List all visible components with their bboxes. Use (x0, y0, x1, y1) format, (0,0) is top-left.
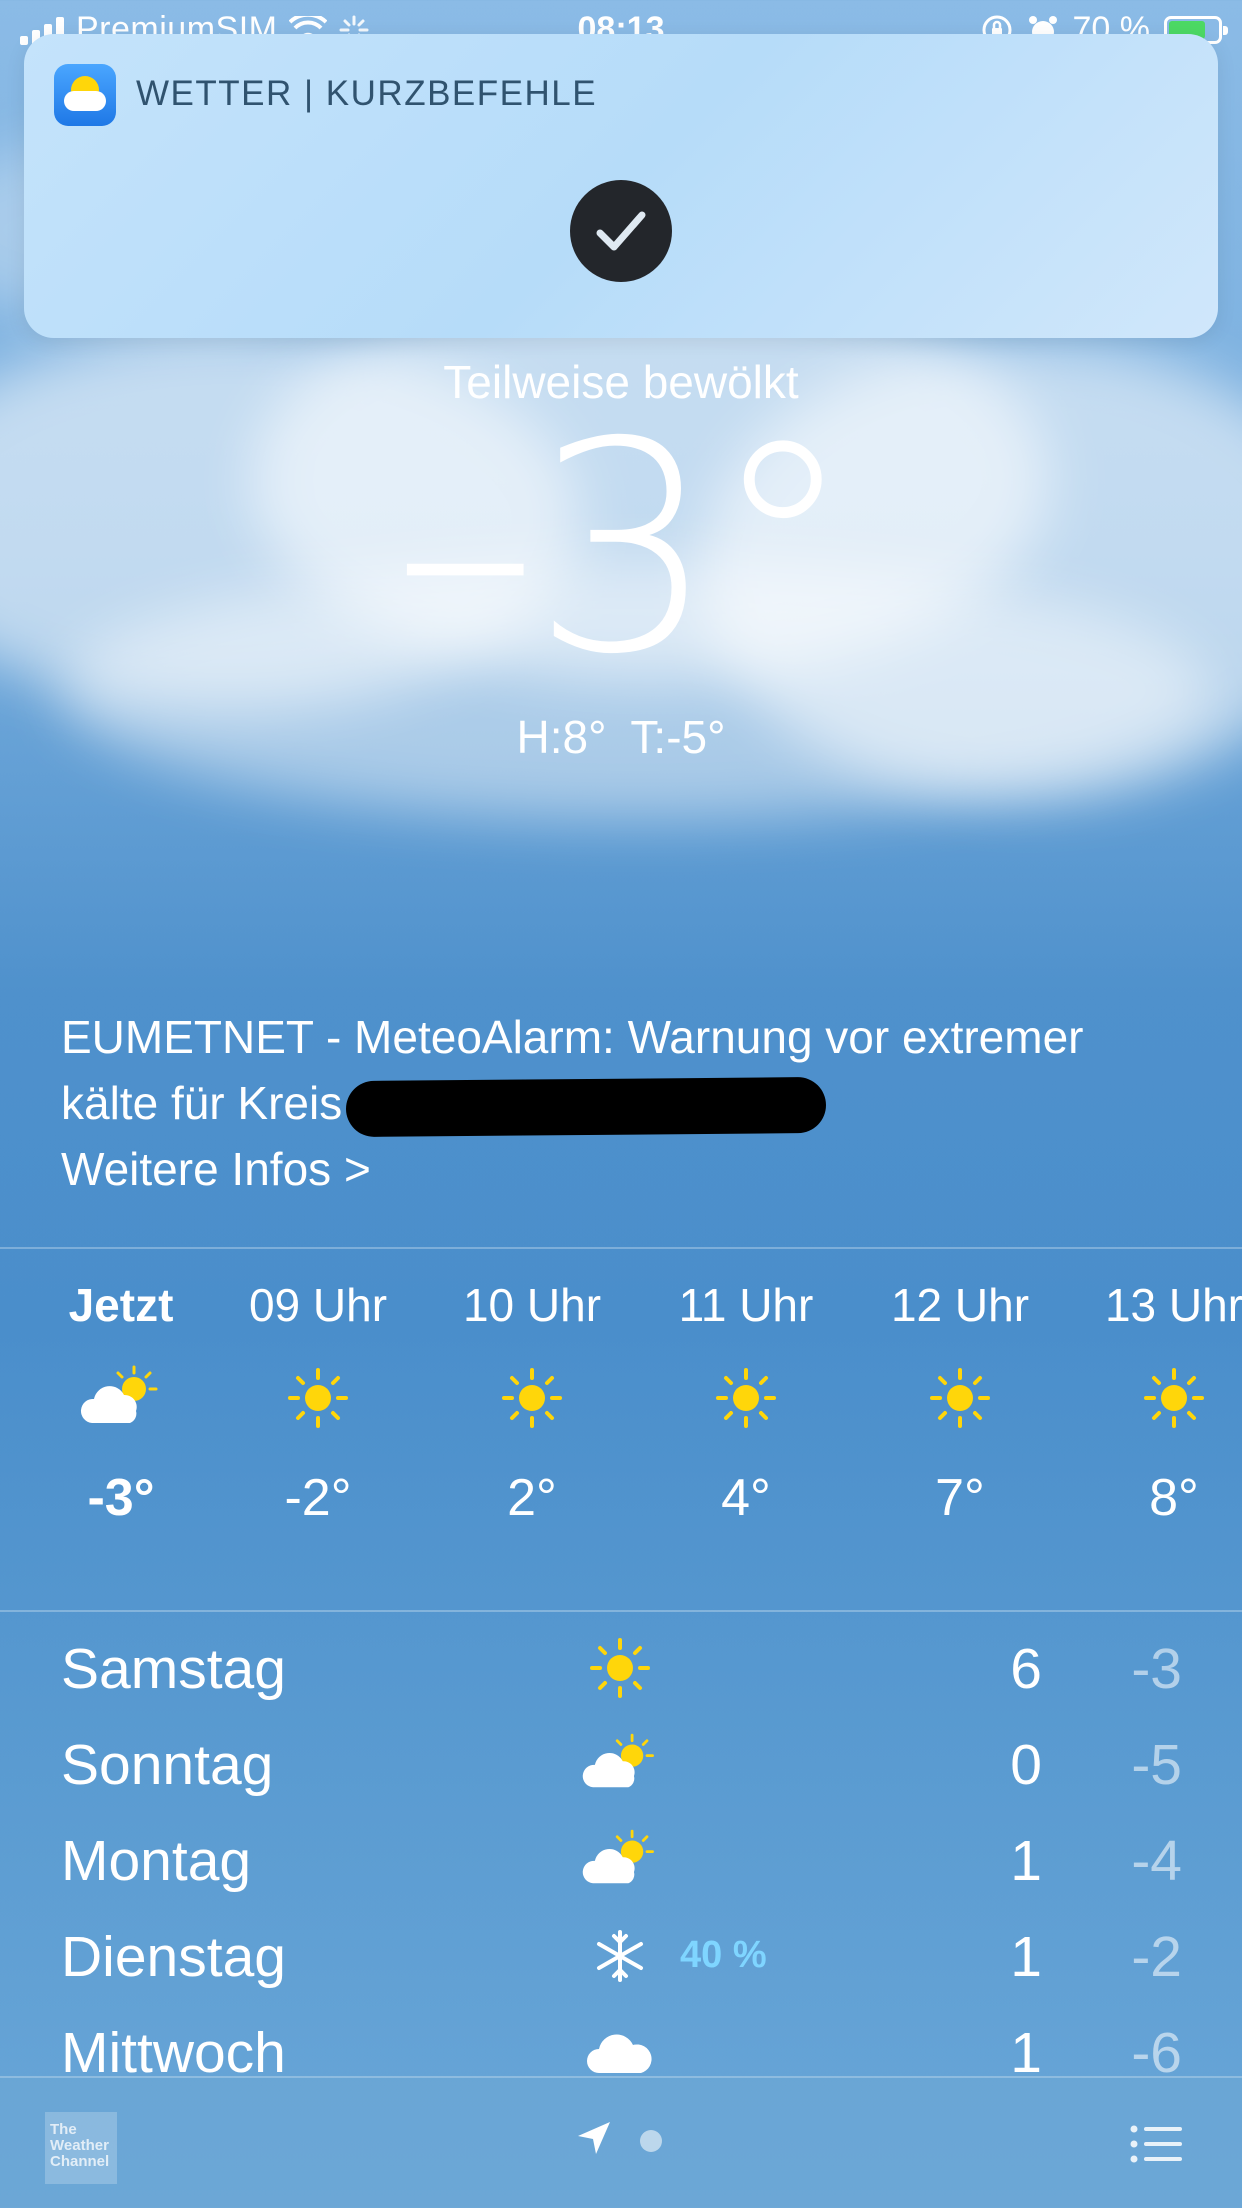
daily-row: Sonntag 0 -5 (0, 1716, 1242, 1812)
hour-temperature: 7° (935, 1469, 985, 1527)
day-high: 1 (1010, 1925, 1042, 1989)
redaction-mark (345, 1076, 827, 1137)
sun-icon (865, 1338, 1055, 1458)
daily-row: Samstag 6 -3 (0, 1620, 1242, 1716)
hour-time: 09 Uhr (248, 1279, 388, 1331)
checkmark-icon (570, 180, 672, 282)
daily-row: Dienstag 40 % 1 -2 (0, 1908, 1242, 2004)
hour-column: 09 Uhr -2° (223, 1278, 413, 1528)
daily-row: Montag 1 -4 (0, 1812, 1242, 1908)
hour-time: 11 Uhr (678, 1279, 814, 1331)
day-low: -6 (1131, 2021, 1182, 2076)
sun-icon (223, 1338, 413, 1458)
day-name: Samstag (61, 1637, 286, 1701)
daily-forecast[interactable]: Samstag 6 -3 Sonntag 0 -5 Montag 1 -4 Di… (0, 1620, 1242, 2076)
more-info-link[interactable]: Weitere Infos > (61, 1136, 1181, 1202)
weather-channel-logo[interactable]: The Weather Channel (45, 2112, 117, 2184)
hour-temperature: 4° (721, 1469, 771, 1527)
day-high: 1 (1010, 2021, 1042, 2076)
hour-column: Jetzt -3° (26, 1278, 216, 1528)
hour-column: 13 Uhr 8° (1079, 1278, 1242, 1528)
day-name: Mittwoch (61, 2021, 286, 2076)
hour-time: 10 Uhr (462, 1279, 602, 1331)
weather-alert[interactable]: EUMETNET - MeteoAlarm: Warnung vor extre… (61, 1004, 1181, 1202)
hour-temperature: -2° (284, 1469, 352, 1527)
sun-icon (437, 1338, 627, 1458)
hour-temperature: -3° (87, 1469, 155, 1527)
sun-icon (1079, 1338, 1242, 1458)
day-low: -5 (1131, 1733, 1182, 1797)
partly-cloudy-icon (580, 1716, 660, 1812)
day-low: -4 (1131, 1829, 1182, 1893)
sun-icon (580, 1620, 660, 1716)
page-indicator-dot[interactable] (640, 2130, 662, 2152)
weather-app-icon (54, 64, 116, 126)
hour-time: 12 Uhr (890, 1279, 1030, 1331)
snowflake-icon (580, 1908, 660, 2004)
hour-column: 10 Uhr 2° (437, 1278, 627, 1528)
day-high: 1 (1010, 1829, 1042, 1893)
list-icon[interactable] (1130, 2124, 1182, 2164)
hour-time: 13 Uhr (1104, 1279, 1242, 1331)
hourly-forecast[interactable]: Jetzt -3° 09 Uhr -2° 10 Uhr 2° 11 Uhr 4°… (0, 1248, 1242, 1610)
day-high: 0 (1010, 1733, 1042, 1797)
precipitation-chance: 40 % (680, 1934, 767, 1976)
daily-row: Mittwoch 1 -6 (0, 2004, 1242, 2076)
day-name: Sonntag (61, 1733, 274, 1797)
current-temperature: –3° (392, 381, 856, 718)
day-name: Montag (61, 1829, 252, 1893)
day-high: 6 (1010, 1637, 1042, 1701)
high-low-temperature: H:8° T:-5° (516, 711, 726, 763)
day-low: -3 (1131, 1637, 1182, 1701)
day-low: -2 (1131, 1925, 1182, 1989)
cloud-icon (580, 2004, 660, 2076)
hour-temperature: 8° (1149, 1469, 1199, 1527)
divider (0, 1610, 1242, 1612)
hour-column: 12 Uhr 7° (865, 1278, 1055, 1528)
hour-temperature: 2° (507, 1469, 557, 1527)
hour-column: 11 Uhr 4° (651, 1278, 841, 1528)
notification-title: WETTER | KURZBEFEHLE (136, 74, 598, 113)
partly-cloudy-icon (26, 1338, 216, 1458)
hour-time: Jetzt (68, 1279, 174, 1331)
day-name: Dienstag (61, 1925, 286, 1989)
bottom-toolbar: The Weather Channel (0, 2076, 1242, 2208)
location-arrow-icon[interactable] (576, 2120, 612, 2156)
shortcut-notification-banner[interactable]: WETTER | KURZBEFEHLE (24, 34, 1218, 338)
partly-cloudy-icon (580, 1812, 660, 1908)
sun-icon (651, 1338, 841, 1458)
